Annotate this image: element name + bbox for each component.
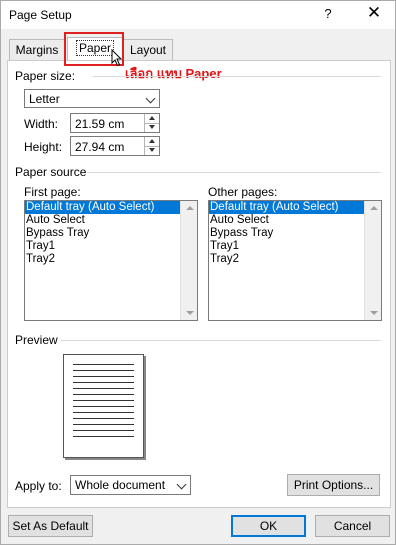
arrow-up-icon <box>149 116 155 120</box>
tab-margins-label: Margins <box>15 43 59 57</box>
scroll-down-icon <box>186 311 194 315</box>
first-page-label: First page: <box>24 185 81 199</box>
first-page-scrollbar[interactable] <box>180 201 197 320</box>
set-as-default-button[interactable]: Set As Default <box>8 515 93 537</box>
title-bar: Page Setup ? ✕ <box>1 1 395 29</box>
list-item[interactable]: Auto Select <box>209 214 381 227</box>
list-item[interactable]: Tray2 <box>209 253 381 266</box>
list-item[interactable]: Auto Select <box>25 214 197 227</box>
apply-to-select[interactable]: Whole document <box>70 475 191 495</box>
paper-size-select[interactable]: Letter <box>24 89 160 108</box>
arrow-down-icon <box>149 125 155 129</box>
print-options-button[interactable]: Print Options... <box>287 474 380 496</box>
arrow-up-icon <box>149 139 155 143</box>
chevron-down-icon <box>142 90 159 107</box>
annotation-text: เลือก แทบ Paper <box>125 66 222 81</box>
preview-divider <box>61 340 381 341</box>
list-item[interactable]: Tray2 <box>25 253 197 266</box>
apply-to-label: Apply to: <box>15 479 62 493</box>
list-item[interactable]: Default tray (Auto Select) <box>25 201 197 214</box>
first-page-list[interactable]: Default tray (Auto Select) Auto Select B… <box>24 200 198 321</box>
page-setup-dialog: Page Setup ? ✕ Margins Paper Layout เลือ… <box>0 0 396 545</box>
paper-source-heading: Paper source <box>15 165 87 179</box>
other-pages-list[interactable]: Default tray (Auto Select) Auto Select B… <box>208 200 382 321</box>
list-item[interactable]: Bypass Tray <box>209 227 381 240</box>
scroll-down-icon <box>370 311 378 315</box>
tab-layout-label: Layout <box>129 43 167 57</box>
list-item[interactable]: Bypass Tray <box>25 227 197 240</box>
height-value: 27.94 cm <box>75 140 125 154</box>
ok-button[interactable]: OK <box>231 515 306 537</box>
scroll-up-icon <box>186 206 194 210</box>
paper-size-value: Letter <box>29 92 60 106</box>
page-preview <box>63 354 144 458</box>
width-decrease-button[interactable] <box>145 123 159 132</box>
tab-margins[interactable]: Margins <box>9 39 65 60</box>
height-label: Height: <box>24 140 63 154</box>
width-value: 21.59 cm <box>75 117 125 131</box>
width-label: Width: <box>24 117 59 131</box>
paper-source-divider <box>87 172 381 173</box>
paper-size-divider <box>93 76 381 77</box>
scroll-up-icon <box>370 206 378 210</box>
other-pages-label: Other pages: <box>208 185 278 199</box>
height-decrease-button[interactable] <box>145 146 159 155</box>
cancel-button[interactable]: Cancel <box>315 515 390 537</box>
preview-heading: Preview <box>15 333 58 347</box>
dialog-title: Page Setup <box>9 8 72 22</box>
list-item[interactable]: Default tray (Auto Select) <box>209 201 381 214</box>
arrow-down-icon <box>149 148 155 152</box>
chevron-down-icon <box>173 476 190 493</box>
list-item[interactable]: Tray1 <box>25 240 197 253</box>
paper-size-heading: Paper size: <box>15 69 76 83</box>
width-spinner[interactable]: 21.59 cm <box>70 113 160 133</box>
apply-to-value: Whole document <box>75 478 166 492</box>
other-pages-scrollbar[interactable] <box>364 201 381 320</box>
help-button[interactable]: ? <box>321 6 335 21</box>
tab-layout[interactable]: Layout <box>123 39 173 60</box>
mouse-pointer-icon <box>111 49 123 67</box>
height-spinner[interactable]: 27.94 cm <box>70 136 160 156</box>
close-button[interactable]: ✕ <box>363 3 385 23</box>
list-item[interactable]: Tray1 <box>209 240 381 253</box>
